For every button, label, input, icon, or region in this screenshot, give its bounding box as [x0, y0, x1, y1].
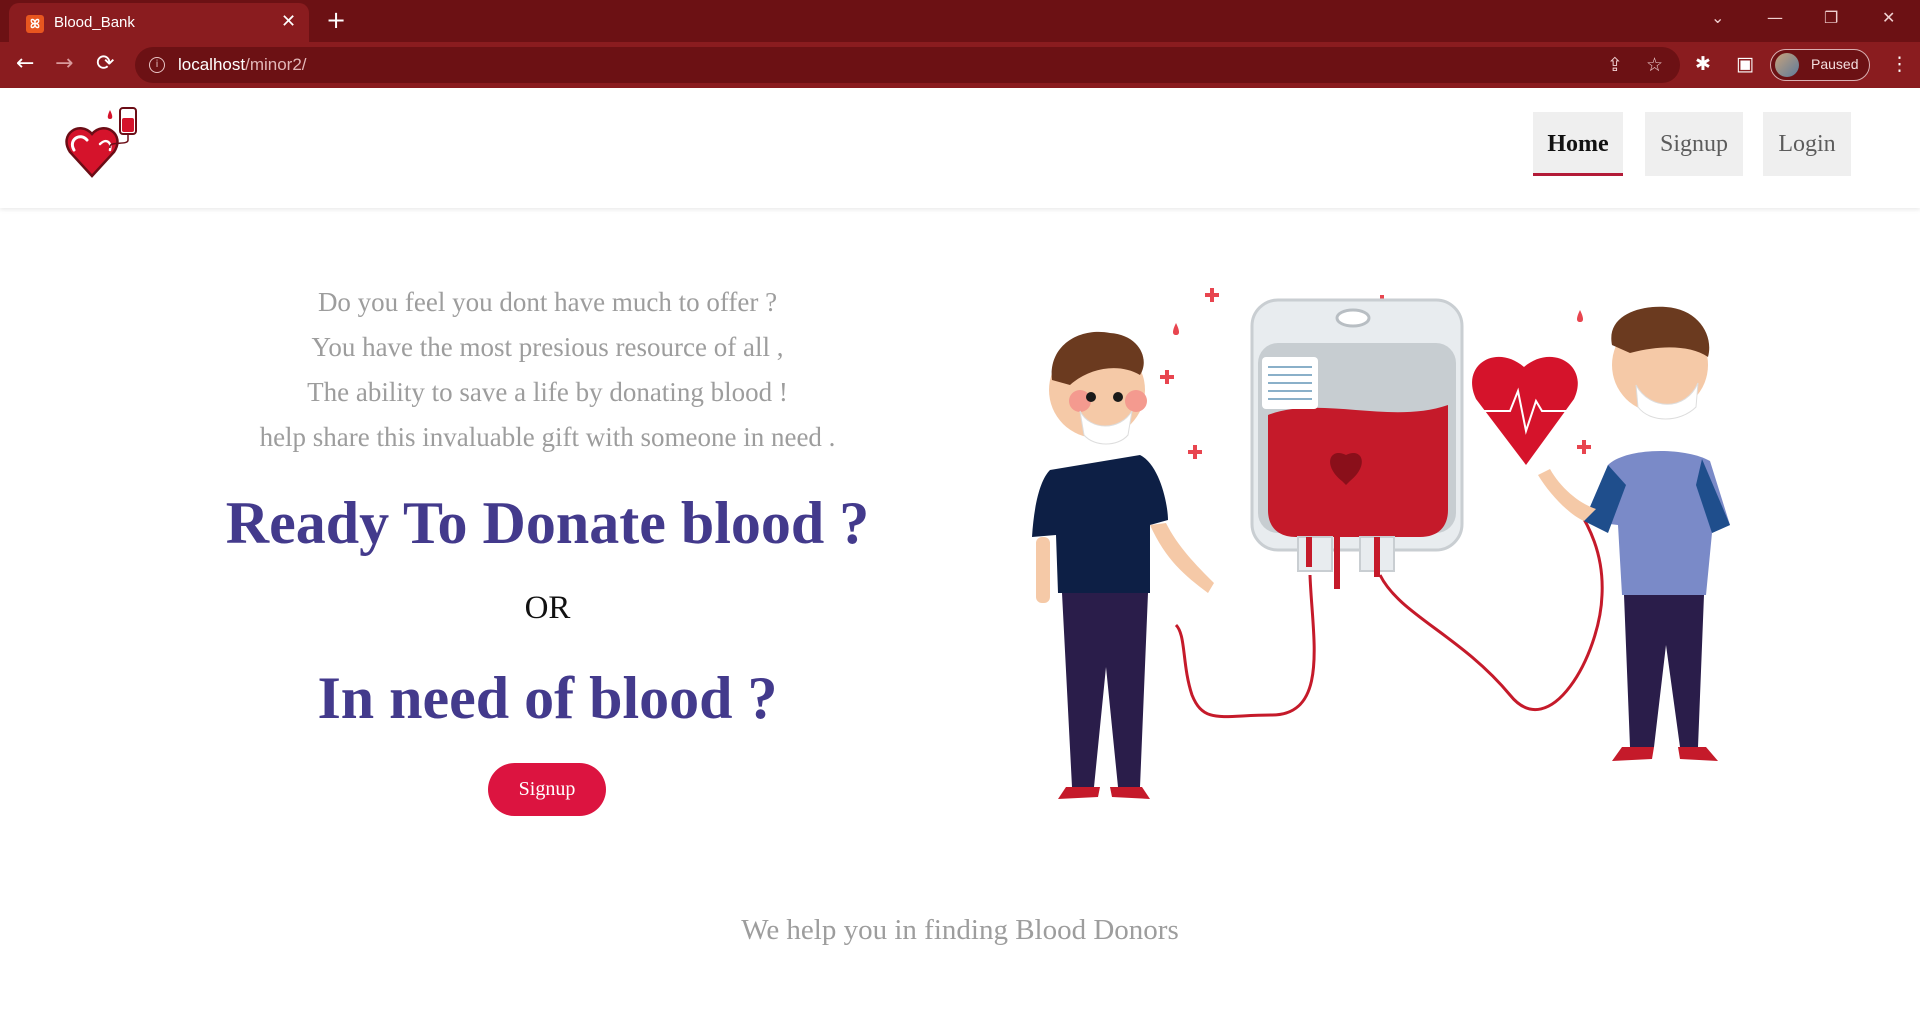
puzzle-icon[interactable]: ✱: [1695, 51, 1711, 77]
minimize-icon[interactable]: —: [1767, 6, 1783, 30]
blood-bag: [1250, 298, 1464, 589]
blood-bag-heart-logo[interactable]: [60, 104, 148, 192]
tagline: We help you in finding Blood Donors: [741, 914, 1179, 946]
blood-donation-illustration: [1032, 288, 1730, 799]
xampp-icon: ꕤ: [26, 15, 44, 33]
url-host: localhost: [178, 55, 246, 74]
heartbeat-heart: [1472, 356, 1578, 465]
site-header: Home Signup Login: [0, 88, 1920, 208]
donate-headline: Ready To Donate blood ?: [225, 490, 870, 556]
new-tab-icon[interactable]: +: [326, 7, 346, 33]
donor-boy: [1032, 331, 1214, 799]
nav-signup[interactable]: Signup: [1645, 112, 1743, 176]
kebab-menu-icon[interactable]: ⋮: [1890, 51, 1909, 77]
url-path: /minor2/: [245, 55, 307, 74]
back-icon[interactable]: ←: [16, 51, 34, 77]
nav-login[interactable]: Login: [1763, 112, 1851, 176]
url-text[interactable]: localhost/minor2/: [178, 55, 307, 75]
need-blood-headline: In need of blood ?: [317, 665, 778, 731]
intro-line: You have the most presious resource of a…: [311, 332, 784, 362]
intro-line: help share this invaluable gift with som…: [259, 422, 836, 452]
intro-text: Do you feel you dont have much to offer …: [130, 280, 965, 460]
restore-icon[interactable]: ❐: [1824, 6, 1838, 30]
side-panel-icon[interactable]: ▣: [1736, 51, 1754, 77]
profile-button[interactable]: Paused: [1770, 49, 1870, 81]
address-bar[interactable]: i localhost/minor2/ ⇪ ☆: [135, 47, 1680, 83]
avatar: [1775, 53, 1799, 77]
forward-icon[interactable]: →: [55, 51, 73, 77]
browser-tab-strip: ꕤ Blood_Bank ✕ + ⌄ — ❐ ✕: [0, 0, 1920, 42]
tab-title: Blood_Bank: [54, 14, 135, 31]
star-icon[interactable]: ☆: [1646, 53, 1663, 77]
profile-status: Paused: [1811, 56, 1859, 72]
intro-line: The ability to save a life by donating b…: [307, 377, 788, 407]
signup-button[interactable]: Signup: [488, 763, 606, 816]
nav-home[interactable]: Home: [1533, 112, 1623, 176]
tab-search-icon[interactable]: ⌄: [1711, 6, 1724, 30]
share-icon[interactable]: ⇪: [1607, 53, 1623, 77]
site-info-icon[interactable]: i: [149, 57, 165, 73]
tab-close-icon[interactable]: ✕: [281, 12, 296, 32]
close-window-icon[interactable]: ✕: [1882, 6, 1895, 30]
reload-icon[interactable]: ⟳: [96, 51, 114, 77]
intro-line: Do you feel you dont have much to offer …: [317, 287, 778, 317]
or-divider-text: OR: [524, 590, 571, 626]
browser-toolbar: ← → ⟳ i localhost/minor2/ ⇪ ☆ ✱ ▣ Paused…: [0, 42, 1920, 88]
browser-tab[interactable]: ꕤ Blood_Bank ✕: [9, 3, 309, 42]
